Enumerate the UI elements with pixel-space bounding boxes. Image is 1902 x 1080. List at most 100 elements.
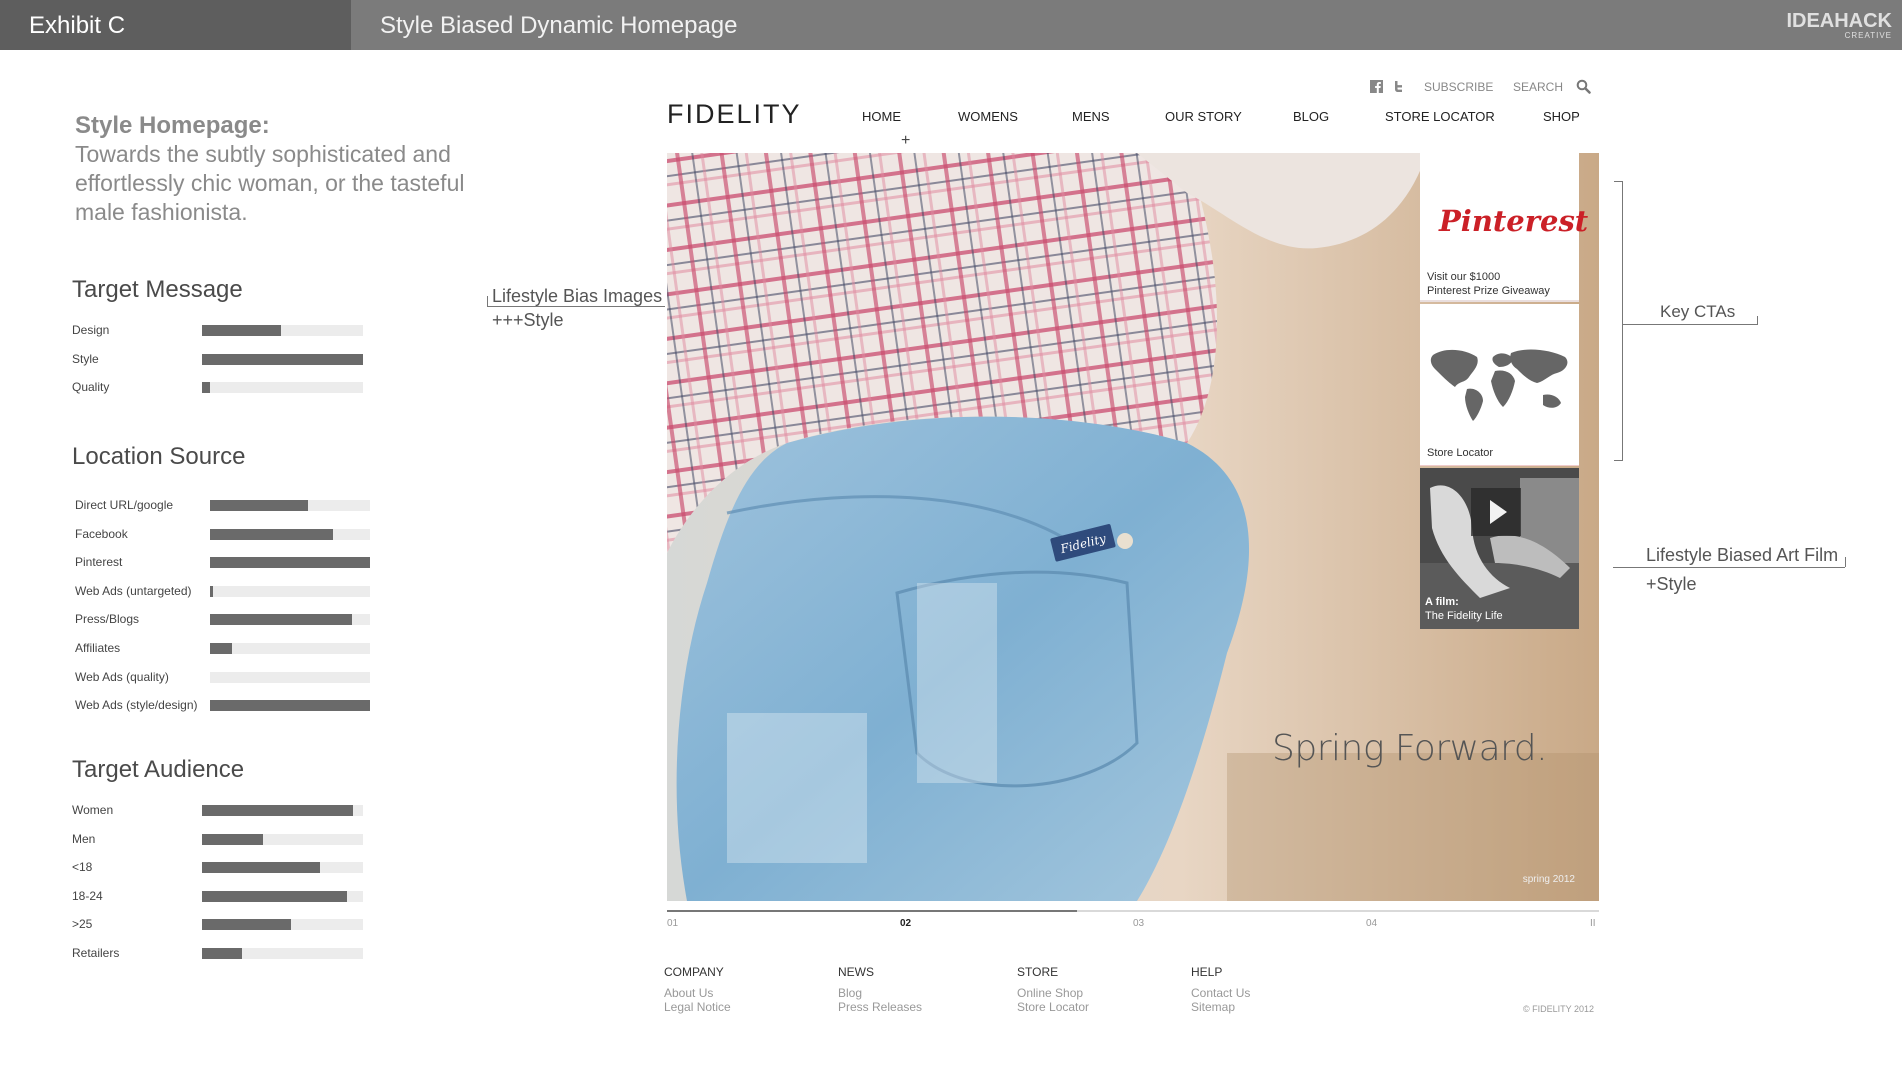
cta-bracket-link-tick xyxy=(1757,316,1758,325)
nav-store-locator[interactable]: STORE LOCATOR xyxy=(1385,109,1495,124)
pinterest-logo: Pinterest xyxy=(1439,204,1589,238)
footer-link-contact-us[interactable]: Contact Us xyxy=(1191,986,1250,1000)
bar-label: Press/Blogs xyxy=(75,612,140,627)
film-cta-text: A film: The Fidelity Life xyxy=(1425,595,1503,623)
art-film-tick xyxy=(1845,557,1846,567)
bar-track xyxy=(210,671,370,683)
top-bar: Exhibit C Style Biased Dynamic Homepage … xyxy=(0,0,1902,50)
bar-row: Design xyxy=(72,323,363,337)
ideahack-logo: IDEAHACK CREATIVE xyxy=(1786,11,1892,40)
subscribe-link[interactable]: SUBSCRIBE xyxy=(1424,80,1493,94)
bar-label: Affiliates xyxy=(75,641,121,655)
bar-label: Web Ads (untargeted) xyxy=(75,583,192,598)
intro-heading: Style Homepage: xyxy=(75,112,270,139)
twitter-icon[interactable] xyxy=(1392,80,1405,93)
pinterest-cta-text: Visit our $1000 Pinterest Prize Giveaway xyxy=(1427,270,1577,298)
bar-row: Web Ads (quality) xyxy=(75,670,370,684)
footer-link-legal-notice[interactable]: Legal Notice xyxy=(664,1000,731,1014)
copyright: © FIDELITY 2012 xyxy=(1523,1004,1594,1014)
bar-label: <18 xyxy=(72,860,93,874)
bar-track xyxy=(210,500,370,511)
bar-label: >25 xyxy=(72,917,93,931)
bar-track xyxy=(210,700,370,712)
annotation-lifestyle-images-sub: +++Style xyxy=(492,310,564,330)
bar-fill xyxy=(202,862,320,873)
hero-stamp: spring 2012 xyxy=(1522,874,1575,885)
bar-label: Style xyxy=(72,351,99,366)
bar-track xyxy=(202,890,363,902)
bar-row: Men xyxy=(72,832,363,846)
bar-track xyxy=(202,325,363,336)
nav-mens[interactable]: MENS xyxy=(1072,109,1110,124)
bar-track xyxy=(210,585,370,597)
play-button[interactable] xyxy=(1471,488,1521,536)
search-icon[interactable] xyxy=(1576,79,1591,94)
nav-active-marker: + xyxy=(901,132,911,149)
bar-fill xyxy=(210,700,370,712)
nav-shop[interactable]: SHOP xyxy=(1543,109,1580,124)
nav-blog[interactable]: BLOG xyxy=(1293,109,1329,124)
footer-company-heading: COMPANY xyxy=(664,965,724,979)
cta-bracket xyxy=(1622,181,1623,461)
bar-label: Web Ads (style/design) xyxy=(75,698,198,713)
bar-fill xyxy=(202,833,263,845)
play-icon xyxy=(1490,500,1507,524)
bar-fill xyxy=(202,919,291,930)
facebook-icon[interactable] xyxy=(1370,80,1383,93)
pinterest-cta[interactable]: Pinterest Visit our $1000 Pinterest Priz… xyxy=(1420,153,1588,302)
footer-help-heading: HELP xyxy=(1191,965,1223,979)
search-link[interactable]: SEARCH xyxy=(1513,80,1563,94)
intro-block: Style Homepage: Towards the subtly sophi… xyxy=(75,112,475,227)
bar-label: Web Ads (quality) xyxy=(75,669,169,684)
document-title: Style Biased Dynamic Homepage xyxy=(380,12,738,39)
target-message-title: Target Message xyxy=(72,276,243,303)
fidelity-logo[interactable]: FIDELITY xyxy=(667,99,802,130)
bar-track xyxy=(210,614,370,626)
store-locator-cta[interactable]: Store Locator xyxy=(1420,304,1579,466)
footer-link-online-shop[interactable]: Online Shop xyxy=(1017,986,1083,1000)
store-locator-cta-text: Store Locator xyxy=(1427,447,1494,459)
bar-label: Pinterest xyxy=(75,555,123,570)
bar-track xyxy=(202,805,363,816)
art-film-line xyxy=(1613,567,1845,568)
pause-button[interactable]: II xyxy=(1590,918,1596,929)
pinterest-cta-line2: Pinterest Prize Giveaway xyxy=(1427,285,1550,297)
bar-row: Web Ads (untargeted) xyxy=(75,584,370,598)
footer-link-about-us[interactable]: About Us xyxy=(664,986,713,1000)
bar-track xyxy=(210,528,370,540)
bar-fill xyxy=(202,353,363,365)
footer-link-press-releases[interactable]: Press Releases xyxy=(838,1000,922,1014)
nav-our-story[interactable]: OUR STORY xyxy=(1165,109,1242,124)
cta-bracket-link xyxy=(1622,324,1757,325)
bar-fill xyxy=(202,890,347,902)
film-cta-line2: The Fidelity Life xyxy=(1425,610,1503,622)
film-cta-line1: A film: xyxy=(1425,596,1459,608)
annotation-art-film-sub: +Style xyxy=(1646,574,1697,594)
slide-indicator-02[interactable]: 02 xyxy=(900,918,911,929)
nav-home[interactable]: HOME xyxy=(862,109,901,124)
bar-row: Pinterest xyxy=(75,555,370,569)
bar-label: Men xyxy=(72,831,96,846)
bar-row: 18-24 xyxy=(72,889,363,903)
bar-track xyxy=(202,862,363,873)
brand-name: IDEAHACK xyxy=(1786,10,1892,32)
bar-label: Direct URL/google xyxy=(75,498,174,512)
bar-label: Design xyxy=(72,323,110,337)
bar-fill xyxy=(210,614,352,626)
footer-link-blog[interactable]: Blog xyxy=(838,986,862,1000)
bar-fill xyxy=(202,805,353,816)
location-source-title: Location Source xyxy=(72,443,246,470)
bar-fill xyxy=(210,643,232,654)
bar-fill xyxy=(202,947,242,959)
slide-indicator-04[interactable]: 04 xyxy=(1366,918,1377,929)
target-audience-title: Target Audience xyxy=(72,756,245,783)
bar-row: >25 xyxy=(72,917,363,931)
annotation-art-film: Lifestyle Biased Art Film xyxy=(1646,545,1839,565)
nav-womens[interactable]: WOMENS xyxy=(958,109,1018,124)
hero-caption: Spring Forward. xyxy=(1272,728,1548,769)
slide-indicator-01[interactable]: 01 xyxy=(667,918,678,929)
footer-link-sitemap[interactable]: Sitemap xyxy=(1191,1000,1235,1014)
footer-link-store-locator[interactable]: Store Locator xyxy=(1017,1000,1089,1014)
slide-indicator-03[interactable]: 03 xyxy=(1133,918,1144,929)
art-film-cta[interactable]: A film: The Fidelity Life xyxy=(1420,468,1579,629)
